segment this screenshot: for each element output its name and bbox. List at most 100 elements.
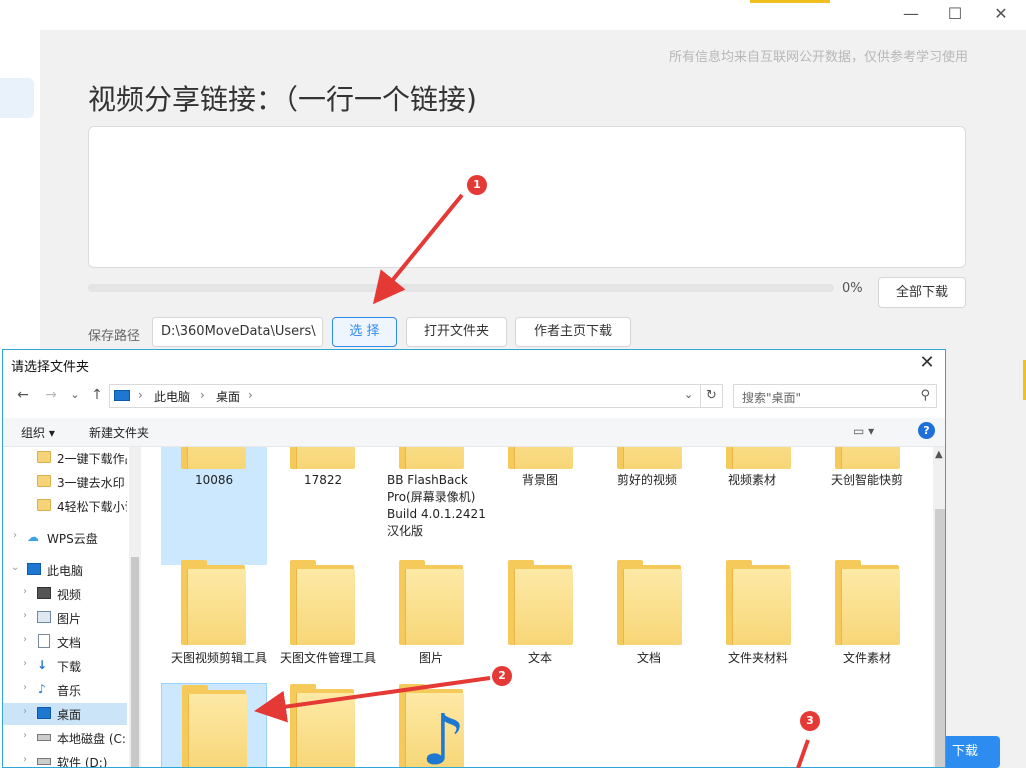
- expand-icon[interactable]: ›: [23, 658, 27, 669]
- folder-item[interactable]: [270, 683, 376, 767]
- sidebar-selected-item[interactable]: [0, 78, 34, 118]
- disk-icon: [37, 758, 51, 765]
- tree-item-folder-2[interactable]: 2一键下载作品: [3, 447, 127, 469]
- disclaimer-notice: 所有信息均来自互联网公开数据，仅供参考学习使用: [668, 50, 968, 65]
- music-icon: ♪: [38, 682, 46, 696]
- folder-item[interactable]: 10086: [161, 447, 267, 565]
- annotation-badge-2: 2: [492, 666, 512, 686]
- expand-icon[interactable]: ›: [23, 682, 27, 693]
- folder-icon: [399, 447, 464, 469]
- expand-icon[interactable]: ›: [23, 706, 27, 717]
- maximize-button[interactable]: ☐: [940, 4, 970, 23]
- expand-icon[interactable]: ›: [23, 754, 27, 765]
- search-icon: ⚲: [920, 388, 930, 403]
- navigation-tree: 2一键下载作品 3一键去水印 4轻松下载小说 ›☁WPS云盘 ⌄此电脑 ›视频 …: [3, 447, 141, 768]
- tree-item-label: 桌面: [57, 708, 82, 722]
- folder-icon: [617, 447, 682, 469]
- folder-icon: [617, 560, 682, 645]
- tree-item-documents[interactable]: › 文档: [3, 631, 127, 653]
- new-folder-button[interactable]: 新建文件夹: [89, 424, 149, 441]
- tree-item-label: 软件 (D:): [57, 756, 108, 768]
- back-button[interactable]: ←: [13, 387, 33, 403]
- tree-item-disk-d[interactable]: › 软件 (D:): [3, 751, 127, 768]
- folder-icon: [181, 447, 246, 469]
- tree-item-label: 图片: [57, 612, 82, 626]
- forward-button[interactable]: →: [41, 387, 61, 403]
- folder-icon: [290, 447, 355, 469]
- tree-item-downloads[interactable]: › ↓ 下载: [3, 655, 127, 677]
- view-options-button[interactable]: ▭ ▾: [853, 424, 874, 438]
- folder-item[interactable]: 文本: [488, 559, 594, 677]
- expand-icon[interactable]: ›: [23, 610, 27, 621]
- folder-name: 天图文件管理工具: [280, 651, 377, 665]
- folder-item-selected[interactable]: [161, 683, 267, 767]
- breadcrumb-desktop[interactable]: 桌面: [216, 388, 240, 405]
- top-highlight: [750, 0, 830, 3]
- tree-item-disk-c[interactable]: › 本地磁盘 (C:): [3, 727, 127, 749]
- links-textarea[interactable]: [88, 126, 966, 268]
- file-pane-scrollbar[interactable]: ▲: [933, 447, 945, 767]
- annotation-badge-3: 3: [800, 711, 820, 731]
- folder-item[interactable]: 剪好的视频: [597, 447, 703, 565]
- breadcrumb-sep: ›: [200, 388, 205, 402]
- author-download-button[interactable]: 作者主页下载: [515, 317, 631, 347]
- address-dropdown-icon[interactable]: ⌄: [684, 388, 693, 401]
- desktop-icon: [37, 707, 51, 719]
- breadcrumb-this-pc[interactable]: 此电脑: [154, 388, 190, 405]
- disk-icon: [37, 734, 51, 741]
- collapse-icon[interactable]: ⌄: [11, 562, 19, 573]
- search-box[interactable]: 搜索"桌面" ⚲: [733, 384, 937, 408]
- tree-item-label: 本地磁盘 (C:): [57, 732, 127, 746]
- tree-item-this-pc[interactable]: ⌄ 此电脑: [3, 559, 127, 581]
- folder-item[interactable]: 天图文件管理工具: [270, 559, 376, 677]
- minimize-button[interactable]: —: [896, 4, 926, 23]
- folder-item[interactable]: 背景图: [488, 447, 594, 565]
- folder-item[interactable]: 天创智能快剪: [815, 447, 921, 565]
- folder-item[interactable]: 文档: [597, 559, 703, 677]
- computer-icon: [27, 563, 41, 575]
- tree-scrollbar[interactable]: [129, 447, 141, 767]
- folder-item[interactable]: 文件夹材料: [706, 559, 812, 677]
- file-pane-scroll-thumb[interactable]: [935, 509, 945, 767]
- up-button[interactable]: ↑: [87, 387, 107, 403]
- progress-bar: [88, 284, 834, 292]
- tree-item-folder-3[interactable]: 3一键去水印: [3, 471, 127, 493]
- open-folder-button[interactable]: 打开文件夹: [406, 317, 507, 347]
- folder-name: 天创智能快剪: [831, 473, 904, 487]
- recent-dropdown-button[interactable]: ⌄: [65, 388, 85, 401]
- tree-item-label: 2一键下载作品: [57, 452, 127, 466]
- download-all-button[interactable]: 全部下载: [878, 277, 966, 308]
- tree-item-videos[interactable]: › 视频: [3, 583, 127, 605]
- progress-percent: 0%: [842, 281, 863, 296]
- tree-item-music[interactable]: › ♪ 音乐: [3, 679, 127, 701]
- tree-item-wps-cloud[interactable]: › ☁ WPS云盘: [3, 527, 127, 549]
- choose-button[interactable]: 选 择: [332, 317, 397, 347]
- folder-item[interactable]: 视频素材: [706, 447, 812, 565]
- tree-item-label: 音乐: [57, 684, 82, 698]
- close-window-button[interactable]: ✕: [986, 4, 1016, 23]
- address-bar[interactable]: › 此电脑 › 桌面 › ⌄: [109, 384, 701, 408]
- scroll-up-icon[interactable]: ▲: [935, 449, 943, 460]
- folder-item[interactable]: 天图视频剪辑工具: [161, 559, 267, 677]
- tree-item-folder-4[interactable]: 4轻松下载小说: [3, 495, 127, 517]
- expand-icon[interactable]: ›: [13, 530, 17, 541]
- save-path-input[interactable]: D:\360MoveData\Users\: [152, 317, 323, 347]
- folder-icon: [726, 560, 791, 645]
- organize-menu[interactable]: 组织 ▾: [21, 424, 55, 441]
- cloud-icon: ☁: [27, 530, 39, 544]
- expand-icon[interactable]: ›: [23, 634, 27, 645]
- dialog-close-button[interactable]: ✕: [915, 352, 939, 373]
- folder-icon: [726, 447, 791, 469]
- refresh-button[interactable]: ↻: [701, 384, 723, 408]
- folder-item[interactable]: 17822: [270, 447, 376, 565]
- save-path-label: 保存路径: [88, 329, 141, 344]
- tree-item-desktop[interactable]: › 桌面: [3, 703, 127, 725]
- tree-item-pictures[interactable]: › 图片: [3, 607, 127, 629]
- expand-icon[interactable]: ›: [23, 586, 27, 597]
- folder-item[interactable]: 图片: [379, 559, 485, 677]
- help-icon[interactable]: ?: [918, 422, 935, 439]
- tree-scroll-thumb[interactable]: [131, 557, 139, 767]
- expand-icon[interactable]: ›: [23, 730, 27, 741]
- folder-icon: [835, 447, 900, 469]
- folder-item[interactable]: 文件素材: [815, 559, 921, 677]
